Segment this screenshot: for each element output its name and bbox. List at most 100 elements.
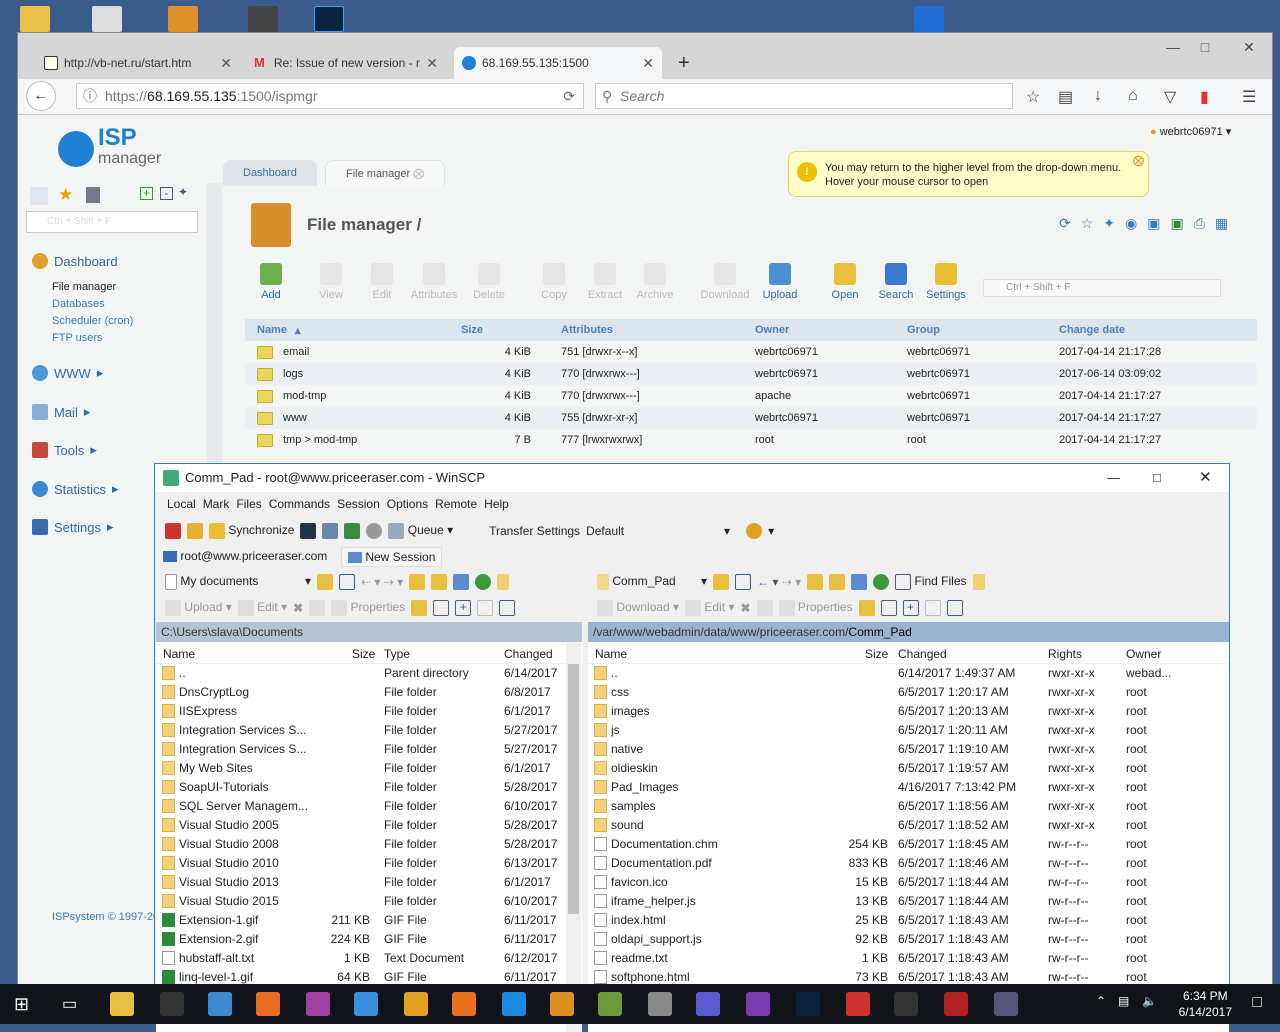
list-item[interactable]: Extension-2.gif 224 KB GIF File 6/11/2017 [156,930,582,949]
refresh-icon[interactable] [873,574,890,590]
minimize-button[interactable]: — [1158,39,1188,55]
toolbar-settings-button[interactable]: Settings [918,263,974,301]
table-row[interactable]: tmp > mod-tmp 7 B 777 [lrwxrwxrwx] root root… [245,429,1257,451]
upload-button[interactable]: Upload ▾ [165,600,232,616]
terminal-icon[interactable] [300,523,317,539]
sidebar-item-tools[interactable]: Tools ▸ [32,442,97,458]
properties-button[interactable]: Properties [331,600,405,616]
tools-taskbar-icon[interactable] [648,992,672,1016]
column-changed[interactable]: Changed [504,647,553,661]
reload-icon[interactable]: ⟳ [563,84,575,108]
browser-tab[interactable]: M Re: Issue of new version - m ✕ [246,47,446,79]
desktop-icon[interactable] [92,6,122,32]
find-files-button[interactable]: Find Files [895,574,967,590]
list-item[interactable]: hubstaff-alt.txt 1 KB Text Document 6/12/20… [156,949,582,968]
sidebar-item-file-manager[interactable]: File manager [52,281,116,293]
filter-input[interactable]: Ctrl + Shift + F [983,279,1221,297]
close-button[interactable]: ✕ [1234,39,1264,56]
select-all-icon[interactable]: + [902,600,919,616]
list-item[interactable]: DnsCryptLog File folder 6/8/2017 [156,683,582,702]
close-tab-icon[interactable]: ✕ [220,55,232,72]
library-icon[interactable]: ▤ [1058,87,1073,107]
sidebar-item-mail[interactable]: Mail ▸ [32,404,90,420]
unselect-icon[interactable] [924,600,941,616]
back-button[interactable]: ⇠ ▾ ⇢ ▾ [361,575,403,589]
list-item[interactable]: sound 6/5/2017 1:18:52 AM rwxr-xr-x root [588,816,1229,835]
browser-tab-active[interactable]: 68.169.55.135:1500 ✕ [454,47,662,79]
table-row[interactable]: www 4 KiB 755 [drwxr-xr-x] webrtc06971 webrt… [245,407,1257,429]
ispmanager-logo[interactable]: ISP manager [58,126,161,168]
open-folder-icon[interactable] [317,574,333,590]
sidebar-item-www[interactable]: WWW ▸ [32,365,103,381]
back-button[interactable]: ← [26,81,56,111]
menu-remote[interactable]: Remote [435,497,477,511]
toolbar-add-button[interactable]: Add [243,263,299,301]
column-name[interactable]: Name [163,647,195,661]
remote-location-select[interactable]: Comm_Pad ▾ [597,574,707,590]
list-item[interactable]: favicon.ico 15 KB 6/5/2017 1:18:44 AM rw-r-… [588,873,1229,892]
preferences-gear-icon[interactable] [366,523,383,539]
list-item[interactable]: Documentation.pdf 833 KB 6/5/2017 1:18:46 … [588,854,1229,873]
list-item[interactable]: iframe_helper.js 13 KB 6/5/2017 1:18:44 AM… [588,892,1229,911]
list-item[interactable]: css 6/5/2017 1:20:17 AM rwxr-xr-x root [588,683,1229,702]
tree-view-icon[interactable] [30,187,48,205]
menu-help[interactable]: Help [484,497,509,511]
table-row[interactable]: logs 4 KiB 770 [drwxrwx---] webrtc06971 webr… [245,363,1257,385]
sidebar-item-ftp-users[interactable]: FTP users [52,332,103,344]
column-group[interactable]: Group [907,324,940,336]
column-name[interactable]: Name [595,647,627,661]
edit-button[interactable]: Edit ▾ [237,600,287,616]
sidebar-item-databases[interactable]: Databases [52,298,105,310]
browser-tab[interactable]: http://vb-net.ru/start.htm ✕ [36,47,240,79]
unselect-icon[interactable] [477,600,494,616]
download-button[interactable]: Download ▾ [597,600,679,616]
list-item[interactable]: Visual Studio 2015 File folder 6/10/2017 [156,892,582,911]
new-file-icon[interactable] [880,600,897,616]
putty-icon[interactable] [322,523,339,539]
column-owner[interactable]: Owner [755,324,789,336]
thunderbird-taskbar-icon[interactable] [354,992,378,1016]
root-dir-icon[interactable] [829,574,846,590]
delete-icon[interactable]: ✖ [740,601,750,615]
photoshop-taskbar-icon[interactable] [796,992,820,1016]
toolbar-delete-button[interactable]: Delete [461,263,517,301]
start-button[interactable]: ⊞ [14,994,29,1015]
list-item[interactable]: Pad_Images 4/16/2017 7:13:42 PM rwxr-xr-x r… [588,778,1229,797]
toolbar-edit-button[interactable]: Edit [354,263,410,301]
teamviewer-taskbar-icon[interactable] [502,992,526,1016]
open-folder-icon[interactable] [713,574,729,590]
list-item[interactable]: .. Parent directory 6/14/2017 [156,664,582,683]
properties-button[interactable]: Properties [778,600,853,616]
list-item[interactable]: Documentation.chm 254 KB 6/5/2017 1:18:45 … [588,835,1229,854]
list-item[interactable]: native 6/5/2017 1:19:10 AM rwxr-xr-x root [588,740,1229,759]
cmd-taskbar-icon[interactable] [160,992,184,1016]
list-item[interactable]: Integration Services S... File folder 5/27… [156,740,582,759]
list-item[interactable]: IISExpress File folder 6/1/2017 [156,702,582,721]
column-changed[interactable]: Changed [898,647,947,661]
toolbar-open-button[interactable]: Open [817,263,873,301]
list-item[interactable]: js 6/5/2017 1:20:11 AM rwxr-xr-x root [588,721,1229,740]
transfer-globe-icon[interactable] [746,523,763,539]
table-row[interactable]: mod-tmp 4 KiB 770 [drwxrwx---] apache webrtc… [245,385,1257,407]
url-input[interactable]: ⓘ https://68.169.55.135:1500/ispmgr ⟳ [76,83,584,109]
site-info-icon[interactable]: ⓘ [83,84,97,108]
maximize-button[interactable]: □ [1153,464,1161,492]
tab-file-manager[interactable]: File manager ⨂ [325,160,446,186]
list-item[interactable]: samples 6/5/2017 1:18:56 AM rwxr-xr-x root [588,797,1229,816]
notifications-icon[interactable]: □ [1252,994,1262,1012]
sync-browse-icon[interactable] [187,523,203,539]
home-icon[interactable] [453,574,470,590]
pocket-icon[interactable]: ▽ [1164,87,1176,107]
list-item[interactable]: Visual Studio 2005 File folder 5/28/2017 [156,816,582,835]
network-icon[interactable]: ▤ [1118,994,1129,1008]
rstudio-taskbar-icon[interactable] [894,992,918,1016]
list-item[interactable]: oldapi_support.js 92 KB 6/5/2017 1:18:43 A… [588,930,1229,949]
close-tab-icon[interactable]: ✕ [426,55,438,72]
close-tab-icon[interactable]: ✕ [642,55,654,72]
task-view-button[interactable]: ▭ [62,994,77,1014]
toolbar-download-button[interactable]: Download [697,263,753,301]
vlc-taskbar-icon[interactable] [404,992,428,1016]
download-icon[interactable]: ↓ [1094,87,1102,105]
menu-icon[interactable]: ☰ [1242,87,1256,107]
clock[interactable]: 6:34 PM 6/14/2017 [1179,988,1232,1020]
